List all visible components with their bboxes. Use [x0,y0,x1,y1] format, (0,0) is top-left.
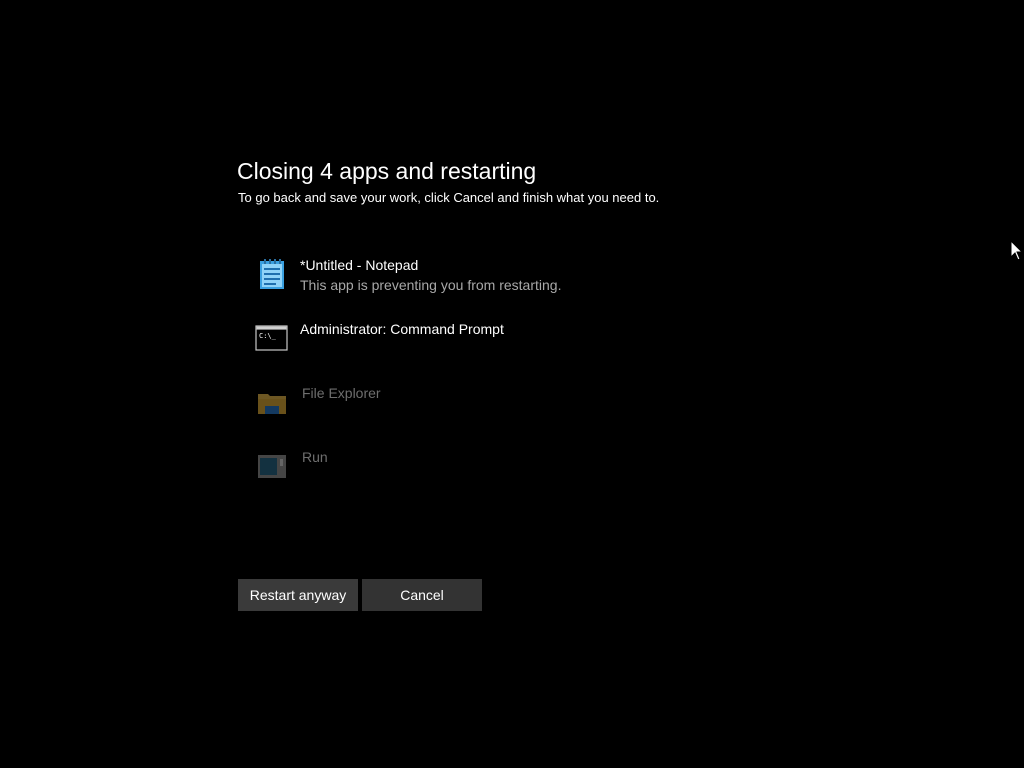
app-name: Run [302,449,328,465]
app-name: Administrator: Command Prompt [300,321,504,337]
app-item-command-prompt: C:\_ Administrator: Command Prompt [255,320,655,370]
run-icon [255,448,289,482]
app-item-notepad: *Untitled - Notepad This app is preventi… [255,256,655,306]
app-item-run: Run [255,448,655,498]
cancel-button[interactable]: Cancel [362,579,482,611]
app-name: *Untitled - Notepad [300,257,419,273]
dialog-subtitle: To go back and save your work, click Can… [238,190,660,205]
app-name: File Explorer [302,385,381,401]
restart-screen: Closing 4 apps and restarting To go back… [0,0,1024,768]
file-explorer-icon [255,384,289,418]
svg-text:C:\_: C:\_ [259,332,277,340]
dialog-title: Closing 4 apps and restarting [237,158,537,184]
mouse-pointer-icon [1010,239,1024,262]
app-item-file-explorer: File Explorer [255,384,655,434]
notepad-icon [255,256,289,290]
command-prompt-icon: C:\_ [255,320,289,354]
restart-anyway-button[interactable]: Restart anyway [238,579,358,611]
app-status: This app is preventing you from restarti… [300,277,562,293]
